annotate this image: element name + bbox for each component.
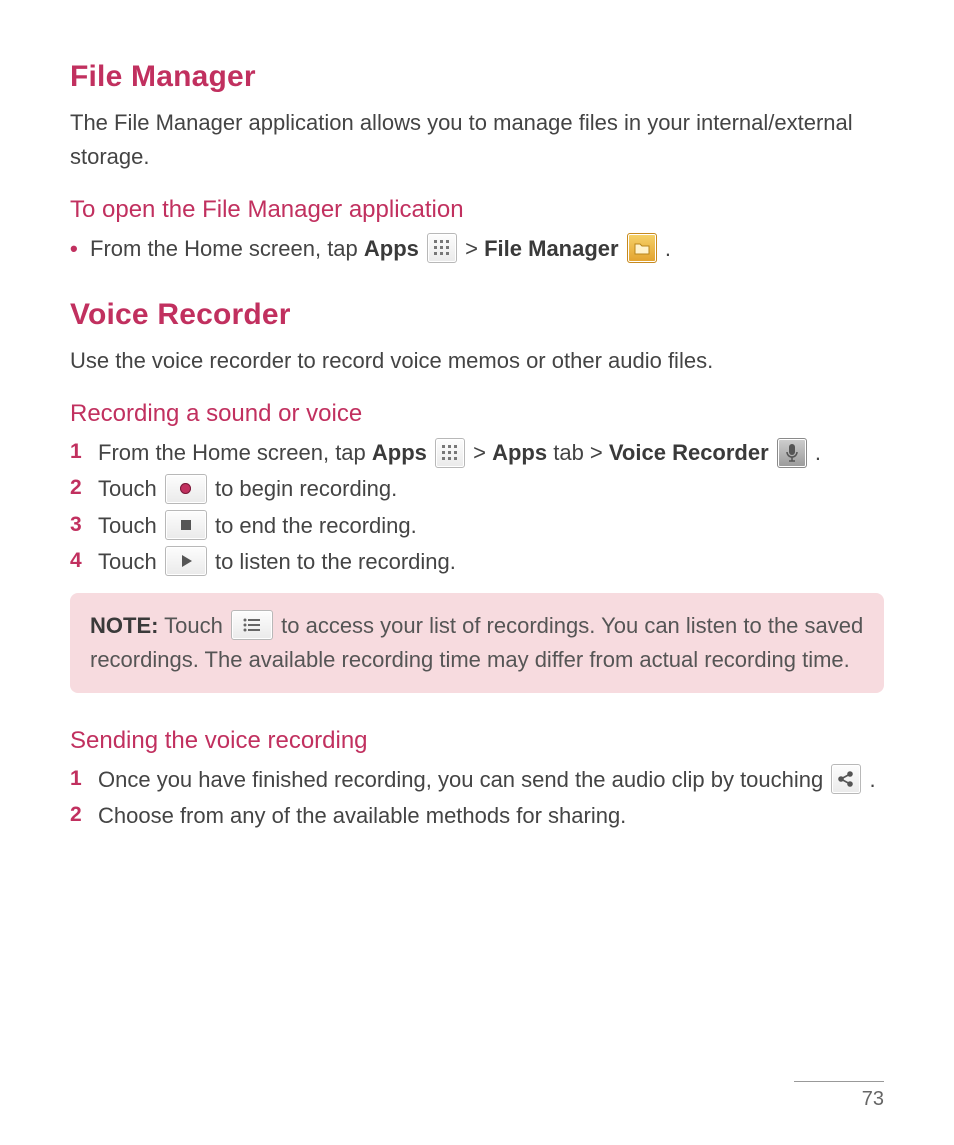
apps-label: Apps	[372, 440, 427, 465]
text-fragment: to listen to the recording.	[215, 549, 456, 574]
apps-grid-icon	[427, 233, 457, 263]
share-icon	[831, 764, 861, 794]
text-fragment: .	[870, 767, 876, 792]
apps-label: Apps	[364, 236, 419, 261]
folder-icon	[627, 233, 657, 263]
text-fragment: From the Home screen, tap	[98, 440, 372, 465]
text-fragment: >	[473, 440, 492, 465]
page-number: 73	[794, 1088, 884, 1111]
play-icon	[165, 546, 207, 576]
text-fragment: Touch	[164, 613, 229, 638]
record-icon	[165, 474, 207, 504]
file-manager-label: File Manager	[484, 236, 618, 261]
record-step-2: 2 Touch to begin recording.	[70, 472, 884, 506]
step-number: 3	[70, 509, 98, 542]
text-fragment: tab >	[553, 440, 609, 465]
note-label: NOTE:	[90, 613, 158, 638]
step-number: 2	[70, 472, 98, 505]
apps-grid-icon	[435, 438, 465, 468]
step-number: 4	[70, 545, 98, 578]
text-fragment: to begin recording.	[215, 476, 397, 501]
text-fragment: From the Home screen, tap	[90, 236, 364, 261]
text-fragment: .	[815, 440, 821, 465]
text-fragment: Touch	[98, 549, 163, 574]
text-fragment: >	[465, 236, 484, 261]
apps-tab-label: Apps	[492, 440, 547, 465]
footer-rule	[794, 1081, 884, 1082]
subheading-sending: Sending the voice recording	[70, 727, 884, 755]
text-fragment: Choose from any of the available methods…	[98, 803, 626, 828]
file-manager-step: • From the Home screen, tap Apps > File …	[70, 232, 884, 266]
text-fragment: Touch	[98, 476, 163, 501]
record-step-1: 1 From the Home screen, tap Apps > Apps …	[70, 436, 884, 470]
manual-page: File Manager The File Manager applicatio…	[0, 0, 954, 1145]
list-icon	[231, 610, 273, 640]
text-fragment: .	[665, 236, 671, 261]
send-step-1: 1 Once you have finished recording, you …	[70, 763, 884, 797]
voice-recorder-label: Voice Recorder	[609, 440, 769, 465]
record-step-4: 4 Touch to listen to the recording.	[70, 545, 884, 579]
voice-recorder-intro: Use the voice recorder to record voice m…	[70, 344, 884, 378]
file-manager-intro: The File Manager application allows you …	[70, 106, 884, 174]
text-fragment: Touch	[98, 513, 163, 538]
microphone-icon	[777, 438, 807, 468]
step-number: 1	[70, 436, 98, 469]
page-footer: 73	[794, 1081, 884, 1111]
stop-icon	[165, 510, 207, 540]
note-box: NOTE: Touch to access your list of recor…	[70, 593, 884, 693]
text-fragment: to end the recording.	[215, 513, 417, 538]
heading-voice-recorder: Voice Recorder	[70, 298, 884, 332]
bullet-dot: •	[70, 232, 90, 266]
step-number: 2	[70, 799, 98, 832]
send-step-2: 2 Choose from any of the available metho…	[70, 799, 884, 833]
subheading-open-file-manager: To open the File Manager application	[70, 196, 884, 224]
subheading-recording: Recording a sound or voice	[70, 400, 884, 428]
step-number: 1	[70, 763, 98, 796]
heading-file-manager: File Manager	[70, 60, 884, 94]
record-step-3: 3 Touch to end the recording.	[70, 509, 884, 543]
text-fragment: Once you have finished recording, you ca…	[98, 767, 829, 792]
